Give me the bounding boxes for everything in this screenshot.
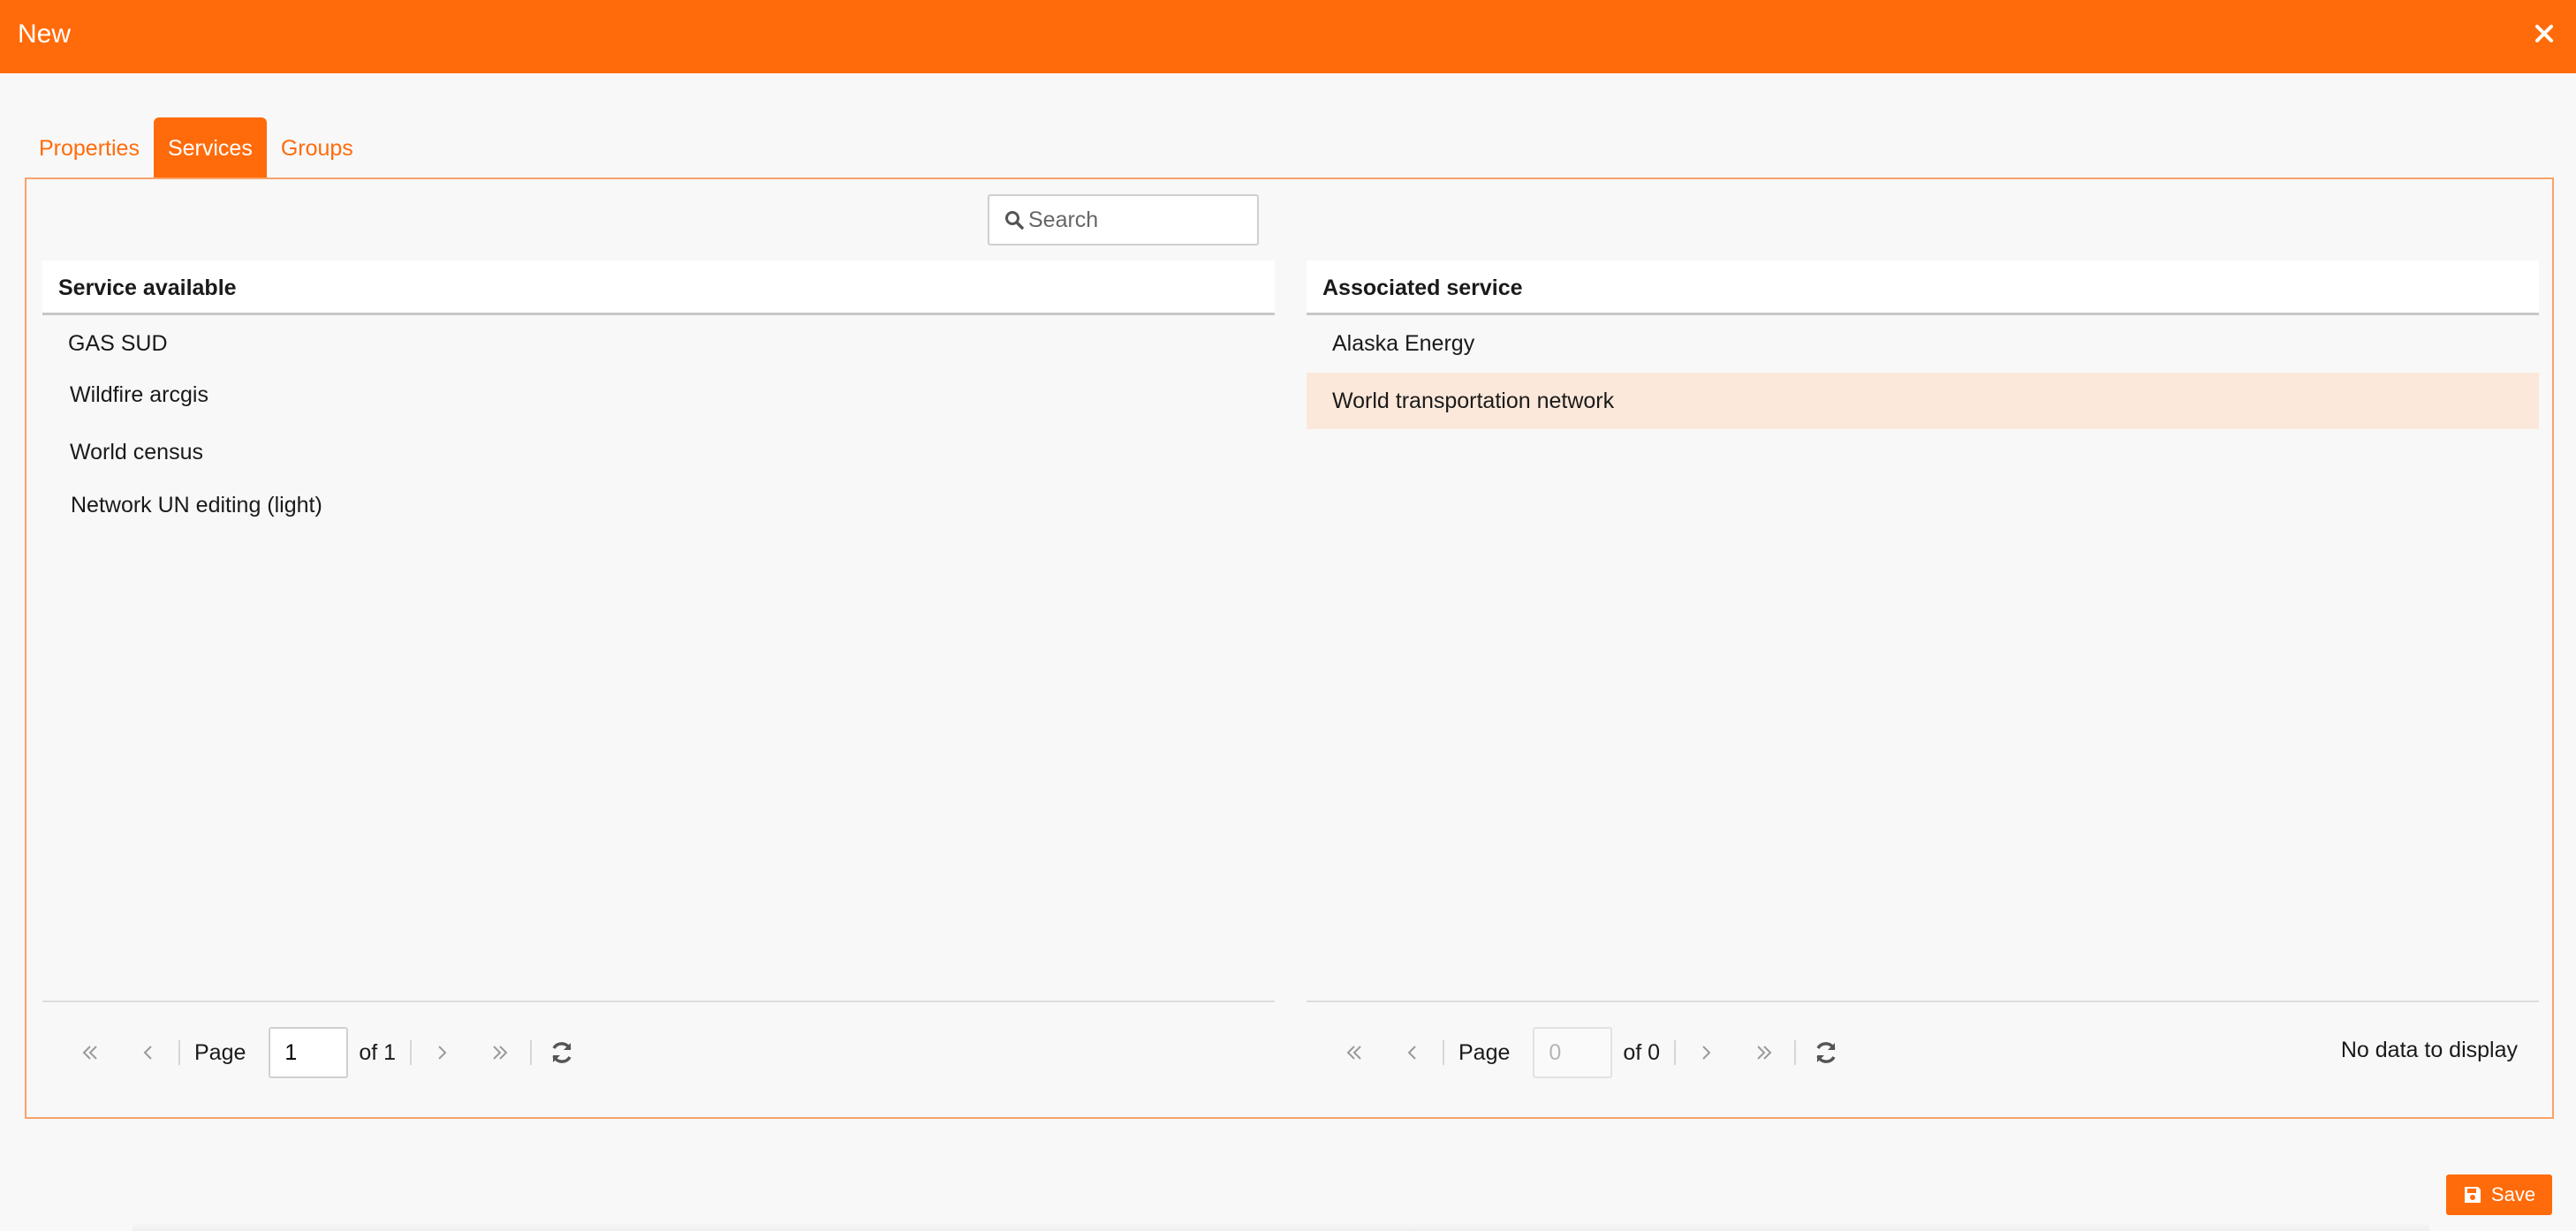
refresh-button[interactable]: [546, 1037, 578, 1069]
last-page-icon: [1757, 1046, 1772, 1060]
list-item[interactable]: Alaska Energy: [1307, 315, 2539, 372]
next-page-button[interactable]: [1690, 1037, 1722, 1069]
tab-groups[interactable]: Groups: [267, 117, 367, 179]
grid-divider: [42, 1001, 1275, 1002]
list-item[interactable]: Wildfire arcgis: [42, 366, 1275, 423]
pager-separator: [530, 1040, 533, 1065]
page-count: of 1: [359, 1039, 397, 1065]
close-button[interactable]: [2527, 16, 2562, 51]
search-box[interactable]: [988, 194, 1259, 245]
available-services-rows: GAS SUD Wildfire arcgis World census Net…: [42, 315, 1275, 995]
first-page-button[interactable]: [74, 1037, 106, 1069]
first-page-icon: [1346, 1046, 1361, 1060]
prev-page-button[interactable]: [1397, 1037, 1428, 1069]
grid-divider: [1307, 1001, 2539, 1002]
save-label: Save: [2490, 1183, 2536, 1205]
associated-services-rows: Alaska Energy World transportation netwo…: [1307, 315, 2539, 995]
pager-separator: [1443, 1040, 1444, 1065]
associated-services-grid: Associated service Alaska Energy World t…: [1307, 261, 2539, 1002]
page-label: Page: [1458, 1039, 1511, 1065]
associated-services-header: Associated service: [1307, 261, 2539, 315]
list-item[interactable]: GAS SUD: [42, 315, 1275, 372]
dialog-titlebar: New: [0, 0, 2576, 73]
refresh-icon: [1816, 1042, 1836, 1063]
last-page-icon: [493, 1046, 508, 1060]
prev-page-icon: [1407, 1046, 1416, 1060]
page-number-input[interactable]: [269, 1027, 349, 1078]
last-page-button[interactable]: [1748, 1037, 1780, 1069]
search-input[interactable]: [1028, 198, 1249, 242]
next-page-button[interactable]: [426, 1037, 458, 1069]
save-icon: [2464, 1187, 2481, 1203]
pager-status: No data to display: [2340, 1038, 2518, 1062]
pager-separator: [178, 1040, 180, 1065]
pager-separator: [1674, 1040, 1677, 1065]
search-icon: [1005, 211, 1024, 230]
page-number-input[interactable]: [1533, 1027, 1613, 1078]
page-count: of 0: [1623, 1039, 1661, 1065]
bottom-shadow: [133, 1222, 2429, 1231]
close-icon: [2535, 25, 2553, 42]
list-item[interactable]: Network UN editing (light): [42, 477, 1275, 533]
tab-properties[interactable]: Properties: [25, 117, 154, 179]
first-page-button[interactable]: [1338, 1037, 1370, 1069]
list-item-selected[interactable]: World transportation network: [1307, 373, 2539, 429]
tab-services[interactable]: Services: [153, 117, 267, 179]
available-services-header: Service available: [42, 261, 1275, 315]
first-page-icon: [82, 1046, 97, 1060]
next-page-icon: [438, 1046, 447, 1060]
list-item[interactable]: World census: [42, 424, 1275, 480]
available-pager: Page of 1: [74, 1026, 578, 1079]
pager-separator: [1794, 1040, 1797, 1065]
tab-bar: Properties Services Groups: [25, 117, 367, 179]
page-label: Page: [194, 1039, 246, 1065]
save-button[interactable]: Save: [2446, 1174, 2552, 1215]
last-page-button[interactable]: [484, 1037, 516, 1069]
prev-page-icon: [143, 1046, 152, 1060]
pager-separator: [410, 1040, 413, 1065]
associated-pager: Page of 0: [1338, 1026, 1842, 1079]
dialog-title: New: [18, 19, 72, 49]
prev-page-button[interactable]: [133, 1037, 164, 1069]
refresh-icon: [552, 1042, 572, 1063]
refresh-button[interactable]: [1810, 1037, 1842, 1069]
available-services-grid: Service available GAS SUD Wildfire arcgi…: [42, 261, 1275, 1002]
next-page-icon: [1702, 1046, 1711, 1060]
